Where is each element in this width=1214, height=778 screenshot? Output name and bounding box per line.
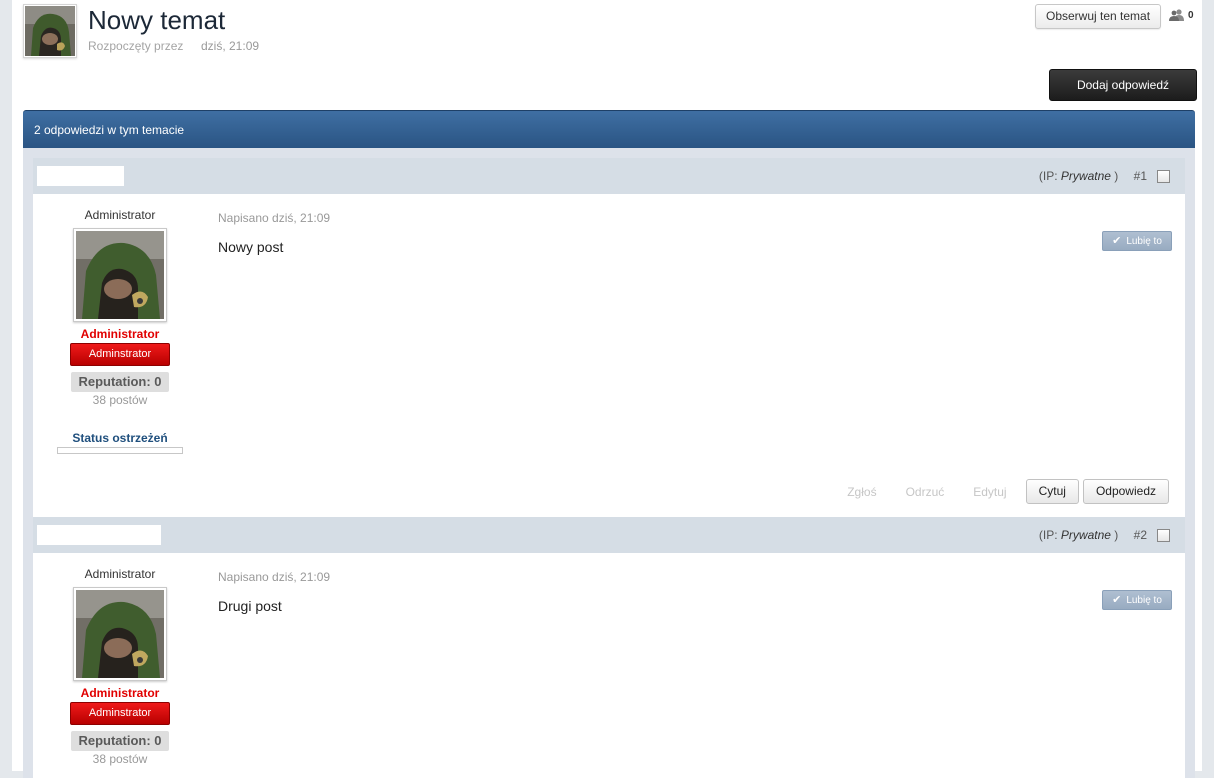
reply-button[interactable]: Odpowiedz [1082,479,1169,504]
reject-link[interactable]: Odrzuć [906,485,945,499]
reputation-badge: Reputation: 0 [71,731,169,751]
user-photo[interactable] [73,587,167,681]
like-button[interactable]: ✔ Lubię to [1102,590,1172,610]
avatar-image [25,6,75,56]
post-1: (IP: Prywatne ) #1 Administrator Adminis… [33,158,1185,517]
post-header: (IP: Prywatne ) #1 [33,158,1185,194]
users-icon [1169,9,1184,21]
post-body: Nowy post [218,239,284,255]
followers-number: 0 [1188,9,1194,21]
ip-value: Prywatne [1060,528,1111,542]
ip-value: Prywatne [1060,169,1111,183]
author-name-box [37,525,161,545]
post-count: 38 postów [92,752,148,766]
follow-topic-button[interactable]: Obserwuj ten temat [1035,4,1162,29]
author-info: Administrator Administrator Adminstrator… [57,553,183,766]
like-label: Lubię to [1126,595,1162,606]
like-label: Lubię to [1126,236,1162,247]
edit-link[interactable]: Edytuj [973,485,1006,499]
topic-date: dziś, 21:09 [201,39,260,53]
replies-count-bar: 2 odpowiedzi w tym temacie [23,110,1195,148]
warning-status-bar [57,447,183,454]
posts-container: (IP: Prywatne ) #1 Administrator Adminis… [23,148,1195,778]
moderation-checkbox[interactable] [1157,170,1170,183]
forum-page: Nowy temat Rozpoczęty przez dziś, 21:09 O… [12,0,1202,778]
post-date: Napisano dziś, 21:09 [218,211,331,225]
member-name-link[interactable]: Administrator [57,686,183,700]
post-actions: Zgłoś Odrzuć Edytuj Cytuj Odpowiedz [847,479,1169,504]
topic-meta: Rozpoczęty przez dziś, 21:09 [88,39,259,53]
ip-suffix: ) [1114,169,1119,183]
post-date: Napisano dziś, 21:09 [218,570,331,584]
member-group-title: Administrator [84,567,156,581]
quote-button[interactable]: Cytuj [1025,479,1079,504]
post-2: (IP: Prywatne ) #2 Administrator Adminis… [33,517,1185,778]
user-photo-image [76,231,164,319]
ip-prefix: (IP: [1038,169,1058,183]
post-body: Drugi post [218,598,282,614]
member-name-link[interactable]: Administrator [57,327,183,341]
like-button[interactable]: ✔ Lubię to [1102,231,1172,251]
post-count: 38 postów [92,393,148,407]
moderation-checkbox[interactable] [1157,529,1170,542]
user-photo-image [76,590,164,678]
ip-prefix: (IP: [1038,528,1058,542]
check-icon: ✔ [1112,594,1122,606]
check-icon: ✔ [1112,235,1122,247]
report-link[interactable]: Zgłoś [847,485,876,499]
reputation-badge: Reputation: 0 [71,372,169,392]
followers-count[interactable]: 0 [1169,9,1194,21]
started-by-label: Rozpoczęty przez [88,39,184,53]
author-name-box [37,166,124,186]
topic-starter-avatar[interactable] [23,4,77,58]
user-photo[interactable] [73,228,167,322]
rank-badge: Adminstrator [70,343,170,366]
warning-status-link[interactable]: Status ostrzeżeń [57,431,183,445]
post-header: (IP: Prywatne ) #2 [33,517,1185,553]
rank-badge: Adminstrator [70,702,170,725]
member-group-title: Administrator [84,208,156,222]
author-info: Administrator Administrator Adminstrator… [57,194,183,454]
add-reply-button[interactable]: Dodaj odpowiedź [1049,69,1197,101]
post-number-link[interactable]: #2 [1134,528,1147,542]
post-ip: (IP: Prywatne ) #1 [1039,169,1147,183]
post-ip: (IP: Prywatne ) #2 [1039,528,1147,542]
ip-suffix: ) [1114,528,1119,542]
topic-title: Nowy temat [88,5,226,35]
post-number-link[interactable]: #1 [1134,169,1147,183]
